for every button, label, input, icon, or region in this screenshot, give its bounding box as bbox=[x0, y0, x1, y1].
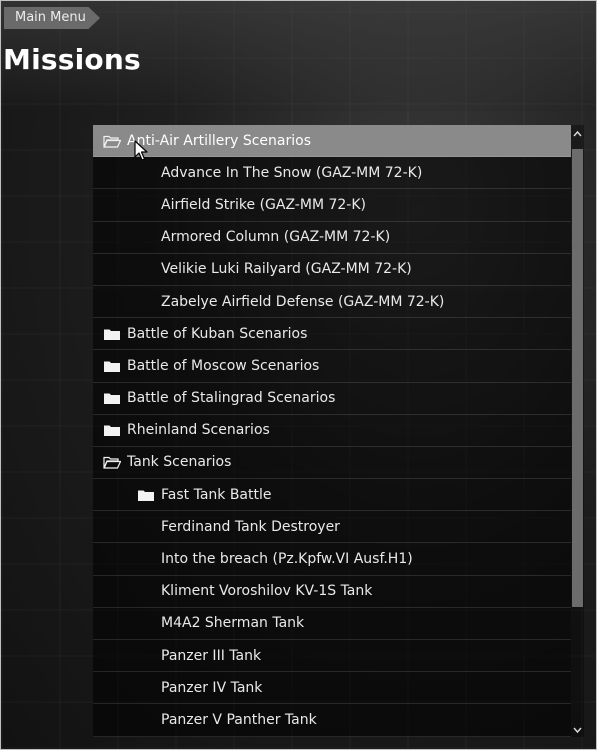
tree-item-label: Rheinland Scenarios bbox=[127, 422, 270, 439]
folder-open-icon bbox=[103, 455, 121, 470]
tree-item-label: Battle of Stalingrad Scenarios bbox=[127, 390, 336, 407]
folder-item[interactable]: Battle of Stalingrad Scenarios bbox=[93, 382, 571, 415]
mission-item[interactable]: Panzer III Tank bbox=[93, 640, 571, 673]
tree-item-label: Advance In The Snow (GAZ-MM 72-K) bbox=[161, 164, 423, 181]
tree-item-label: Panzer V Panther Tank bbox=[161, 711, 317, 728]
tree-item-label: Into the breach (Pz.Kpfw.VI Ausf.H1) bbox=[161, 551, 413, 568]
mission-item[interactable]: Kliment Voroshilov KV-1S Tank bbox=[93, 575, 571, 608]
folder-open-icon bbox=[103, 134, 121, 148]
main-menu-button[interactable]: Main Menu bbox=[4, 7, 100, 29]
mission-item[interactable]: Advance In The Snow (GAZ-MM 72-K) bbox=[93, 157, 571, 190]
mission-item[interactable]: Panzer IV Tank bbox=[93, 672, 571, 705]
mission-item[interactable]: Ferdinand Tank Destroyer bbox=[93, 511, 571, 544]
tree-item-label: Ferdinand Tank Destroyer bbox=[161, 518, 340, 535]
scrollbar[interactable] bbox=[571, 125, 584, 737]
mission-item[interactable]: Armored Column (GAZ-MM 72-K) bbox=[93, 221, 571, 254]
tree-item-label: Armored Column (GAZ-MM 72-K) bbox=[161, 229, 391, 246]
folder-icon bbox=[103, 391, 121, 405]
chevron-down-icon[interactable] bbox=[571, 723, 584, 737]
chevron-up-icon[interactable] bbox=[571, 127, 584, 141]
tree-item-label: Fast Tank Battle bbox=[161, 486, 272, 503]
tree-item-label: Panzer III Tank bbox=[161, 647, 262, 664]
mission-item[interactable]: Airfield Strike (GAZ-MM 72-K) bbox=[93, 189, 571, 222]
page-title: Missions bbox=[3, 43, 141, 76]
tree-item-label: Kliment Voroshilov KV-1S Tank bbox=[161, 583, 373, 600]
folder-icon bbox=[103, 423, 121, 437]
missions-screen: Main Menu Missions Anti-Air Artillery Sc… bbox=[0, 0, 597, 750]
folder-item[interactable]: Anti-Air Artillery Scenarios bbox=[93, 125, 571, 158]
tree-item-label: Anti-Air Artillery Scenarios bbox=[127, 132, 311, 149]
tree-item-label: Tank Scenarios bbox=[127, 454, 232, 471]
tree-item-label: Battle of Moscow Scenarios bbox=[127, 357, 320, 374]
folder-item[interactable]: Battle of Moscow Scenarios bbox=[93, 350, 571, 383]
tree-item-label: Velikie Luki Railyard (GAZ-MM 72-K) bbox=[161, 261, 412, 278]
folder-item[interactable]: Battle of Kuban Scenarios bbox=[93, 318, 571, 351]
tree-item-label: Battle of Kuban Scenarios bbox=[127, 325, 308, 342]
mission-item[interactable]: M4A2 Sherman Tank bbox=[93, 607, 571, 640]
mission-item[interactable]: Into the breach (Pz.Kpfw.VI Ausf.H1) bbox=[93, 543, 571, 576]
folder-icon bbox=[103, 327, 121, 341]
mission-item[interactable]: Panzer V Panther Tank bbox=[93, 704, 571, 737]
tree-item-label: Airfield Strike (GAZ-MM 72-K) bbox=[161, 196, 366, 213]
mission-tree: Anti-Air Artillery Scenarios Advance In T… bbox=[93, 125, 571, 737]
folder-item[interactable]: Rheinland Scenarios bbox=[93, 414, 571, 447]
tree-item-label: Panzer IV Tank bbox=[161, 679, 263, 696]
tree-item-label: Zabelye Airfield Defense (GAZ-MM 72-K) bbox=[161, 293, 445, 310]
folder-item[interactable]: Fast Tank Battle bbox=[93, 479, 571, 512]
folder-item[interactable]: Tank Scenarios bbox=[93, 446, 571, 480]
scrollbar-thumb[interactable] bbox=[572, 149, 583, 607]
mission-item[interactable]: Velikie Luki Railyard (GAZ-MM 72-K) bbox=[93, 253, 571, 286]
folder-icon bbox=[137, 488, 155, 502]
tree-item-label: M4A2 Sherman Tank bbox=[161, 615, 305, 632]
mission-item[interactable]: Zabelye Airfield Defense (GAZ-MM 72-K) bbox=[93, 285, 571, 319]
folder-icon bbox=[103, 359, 121, 373]
